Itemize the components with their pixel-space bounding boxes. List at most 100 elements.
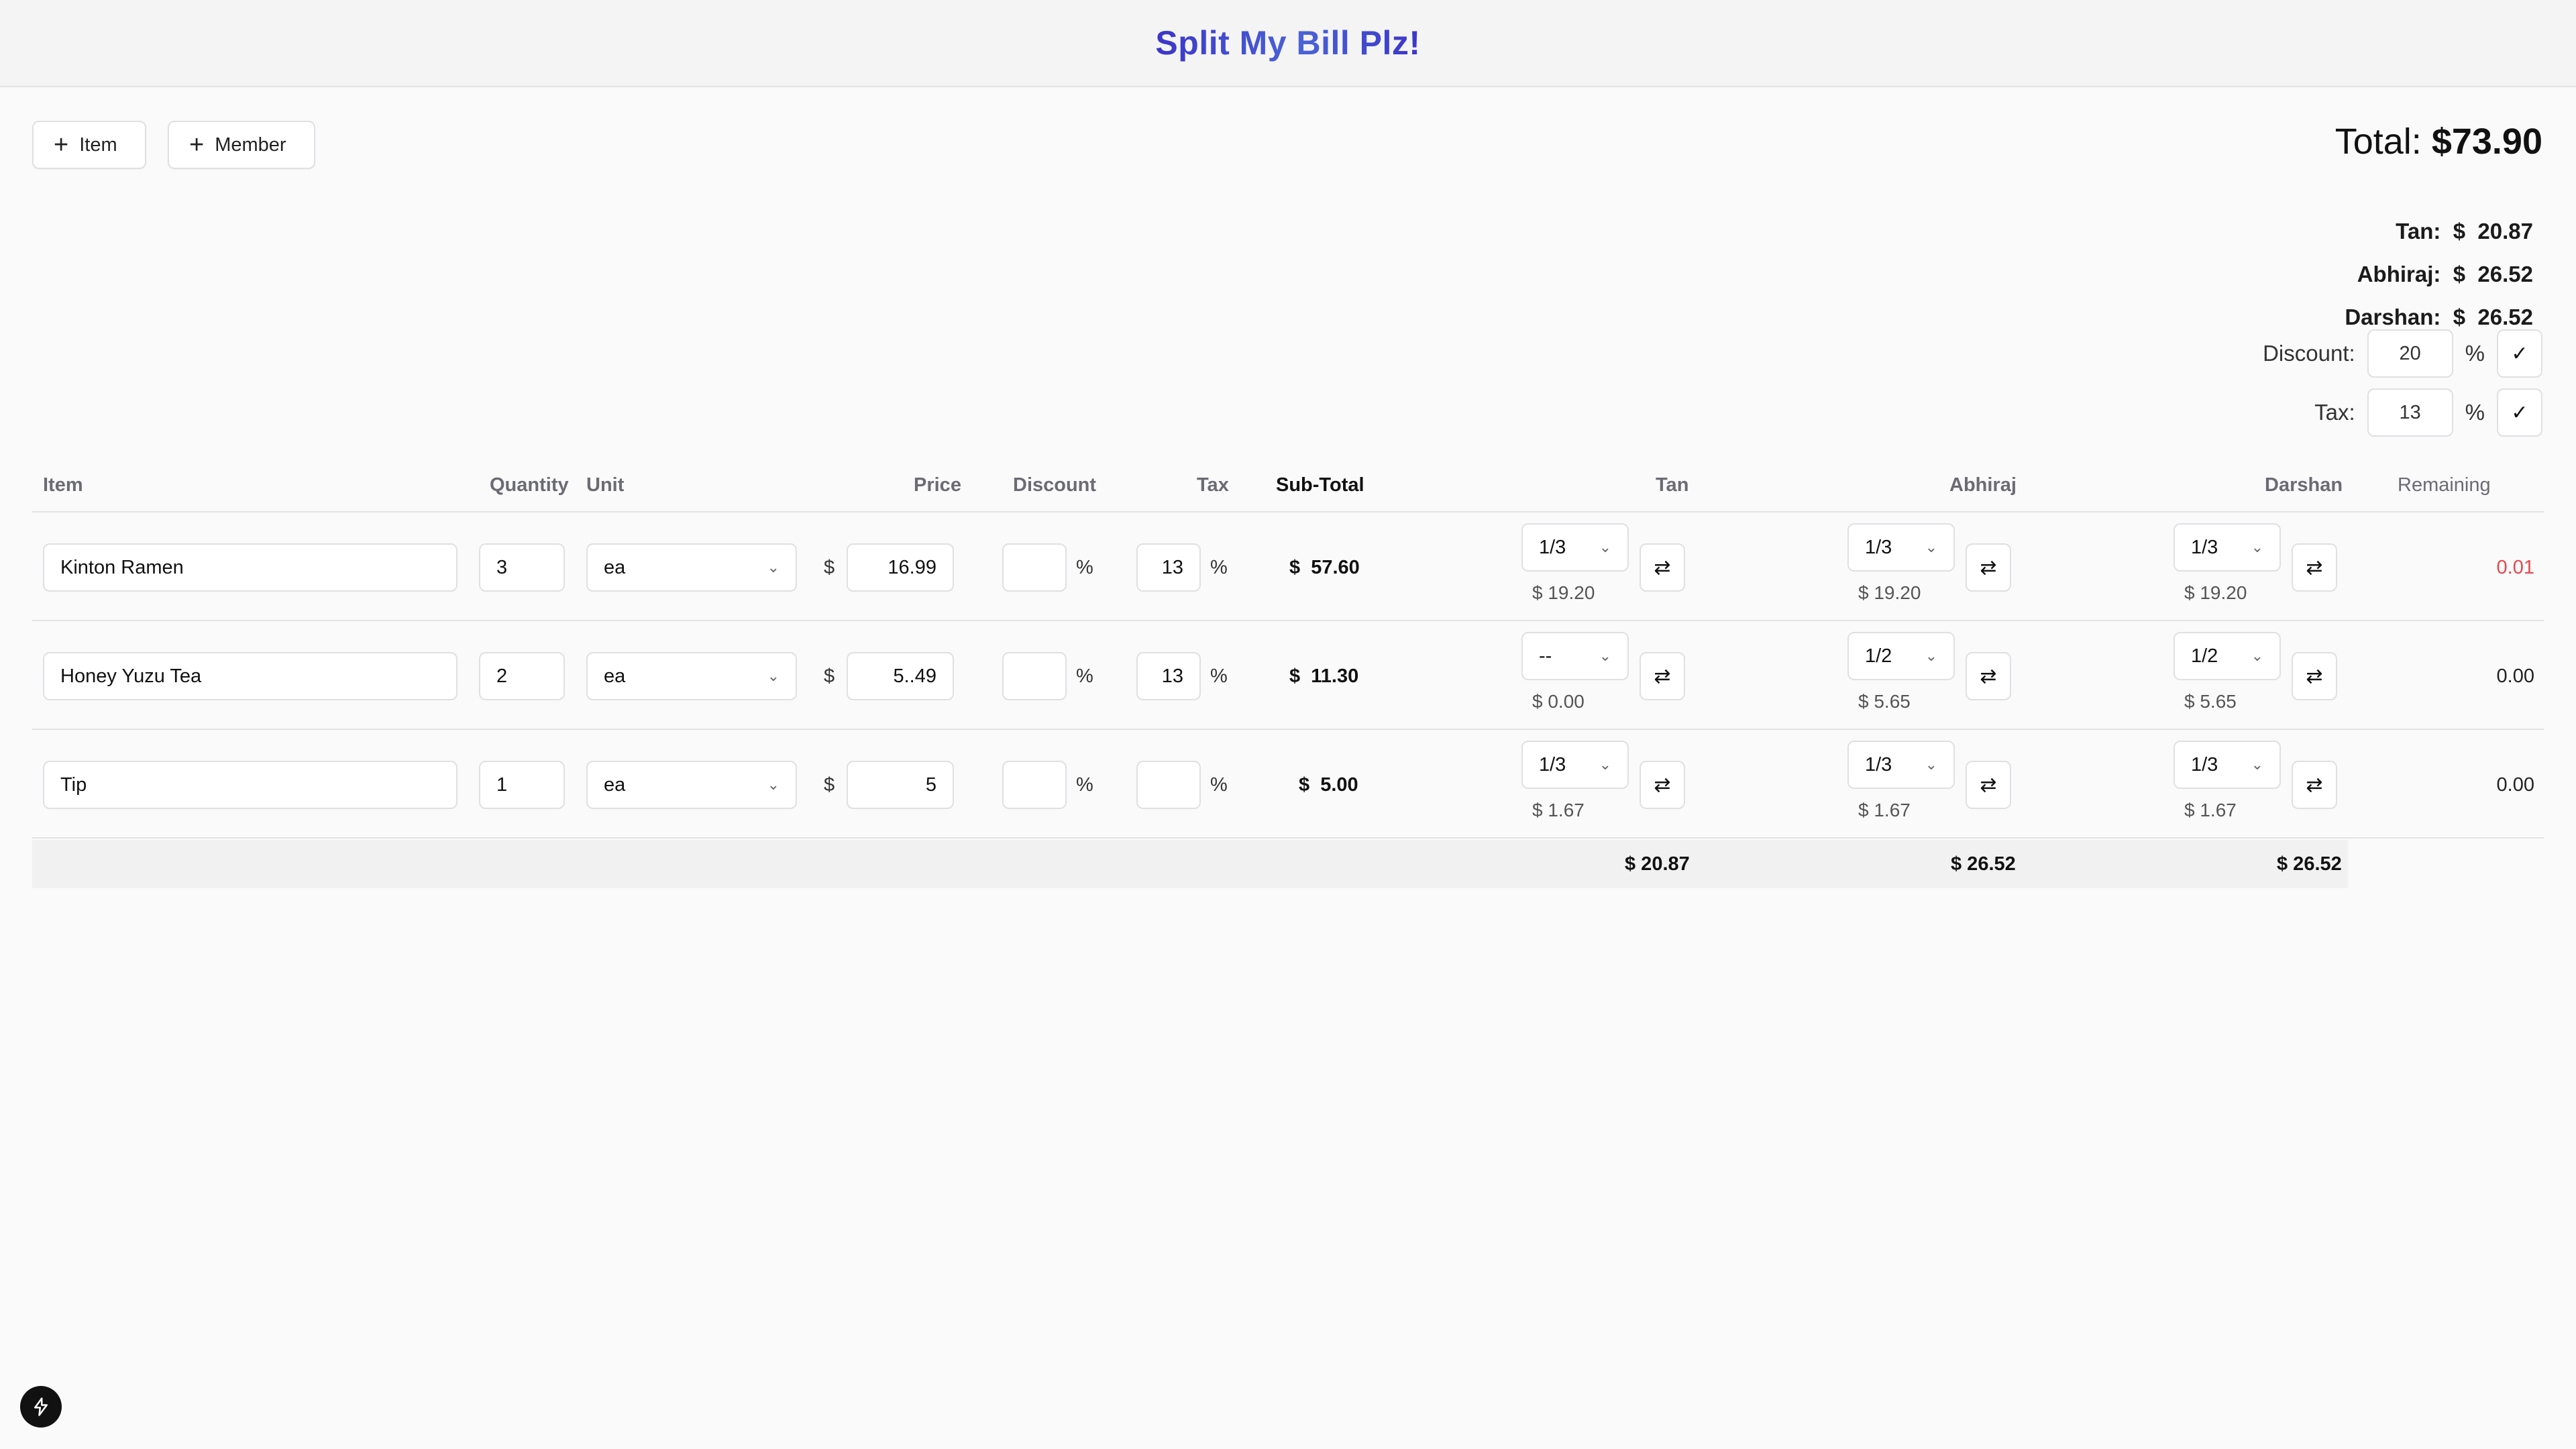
col-price: Price <box>914 474 961 496</box>
table-header: Item Quantity Unit Price Discount Tax Su… <box>32 470 2544 513</box>
price-input[interactable]: 5..49 <box>847 652 954 700</box>
share-amount-darshan: $ 5.65 <box>2184 691 2237 712</box>
discount-input[interactable] <box>1002 543 1067 592</box>
col-member-abhiraj: Abhiraj <box>1949 474 2017 496</box>
unit-select[interactable]: ea ⌄ <box>586 761 797 809</box>
item-name-input[interactable]: Honey Yuzu Tea <box>43 652 458 700</box>
total-value: $73.90 <box>2431 121 2542 162</box>
chevron-down-icon: ⌄ <box>1599 539 1611 555</box>
percent-sign: % <box>1210 557 1228 578</box>
swap-button-tan[interactable]: ⇄ <box>1640 761 1685 809</box>
remaining-value: 0.00 <box>2496 774 2534 796</box>
share-amount-abhiraj: $ 1.67 <box>1858 800 1911 820</box>
swap-button-abhiraj[interactable]: ⇄ <box>1966 543 2011 592</box>
chevron-down-icon: ⌄ <box>2251 756 2263 773</box>
swap-arrows-icon: ⇄ <box>1980 773 1997 796</box>
table-row: Tip 1 ea ⌄ $ 5 % % $ 5.00 1/3 ⌄ $ 1.67 ⇄… <box>32 730 2544 839</box>
share-select-darshan[interactable]: 1/2 ⌄ <box>2174 632 2281 680</box>
footer-total-darshan: $ 26.52 <box>2277 853 2342 875</box>
percent-sign: % <box>1076 557 1093 578</box>
unit-select[interactable]: ea ⌄ <box>586 652 797 700</box>
footer-total-abhiraj: $ 26.52 <box>1951 853 2016 875</box>
remaining-value: 0.01 <box>2496 557 2534 578</box>
table-footer-totals: $ 20.87 $ 26.52 $ 26.52 <box>32 840 2348 888</box>
item-name-input[interactable]: Tip <box>43 761 458 809</box>
price-input[interactable]: 5 <box>847 761 954 809</box>
apply-discount-button[interactable]: ✓ <box>2497 329 2542 378</box>
share-select-abhiraj[interactable]: 1/3 ⌄ <box>1847 523 1955 572</box>
share-amount-tan: $ 1.67 <box>1532 800 1585 820</box>
share-select-darshan[interactable]: 1/3 ⌄ <box>2174 741 2281 789</box>
price-input[interactable]: 16.99 <box>847 543 954 592</box>
plus-icon: + <box>189 131 205 159</box>
discount-percent-sign: % <box>2465 341 2485 366</box>
share-amount-abhiraj: $ 19.20 <box>1858 582 1921 603</box>
swap-button-abhiraj[interactable]: ⇄ <box>1966 761 2011 809</box>
dev-tools-button[interactable] <box>20 1386 62 1428</box>
discount-label: Discount: <box>2263 341 2355 366</box>
swap-button-darshan[interactable]: ⇄ <box>2292 652 2337 700</box>
swap-arrows-icon: ⇄ <box>2306 556 2323 579</box>
discount-input[interactable] <box>1002 761 1067 809</box>
add-member-button[interactable]: + Member <box>168 121 315 169</box>
discount-input[interactable] <box>1002 652 1067 700</box>
tax-input[interactable]: 13 <box>1136 652 1201 700</box>
share-select-tan[interactable]: 1/3 ⌄ <box>1521 741 1629 789</box>
swap-button-darshan[interactable]: ⇄ <box>2292 543 2337 592</box>
member-total-darshan: Darshan: $ 26.52 <box>2345 305 2533 329</box>
share-select-tan[interactable]: 1/3 ⌄ <box>1521 523 1629 572</box>
col-member-tan: Tan <box>1656 474 1689 496</box>
apply-tax-button[interactable]: ✓ <box>2497 388 2542 437</box>
currency-symbol: $ <box>824 774 835 796</box>
add-member-label: Member <box>215 133 286 156</box>
total-label: Total: <box>2334 121 2422 162</box>
unit-select[interactable]: ea ⌄ <box>586 543 797 592</box>
col-unit: Unit <box>586 474 625 496</box>
swap-arrows-icon: ⇄ <box>1980 665 1997 688</box>
percent-sign: % <box>1076 665 1093 687</box>
quantity-input[interactable]: 3 <box>479 543 565 592</box>
col-quantity: Quantity <box>490 474 569 496</box>
col-discount: Discount <box>1013 474 1097 496</box>
chevron-down-icon: ⌄ <box>767 776 780 793</box>
remaining-value: 0.00 <box>2496 665 2534 687</box>
swap-button-tan[interactable]: ⇄ <box>1640 652 1685 700</box>
swap-arrows-icon: ⇄ <box>1654 665 1671 688</box>
chevron-down-icon: ⌄ <box>767 559 780 576</box>
swap-button-abhiraj[interactable]: ⇄ <box>1966 652 2011 700</box>
row-subtotal: $ 57.60 <box>1289 557 1360 578</box>
tax-input[interactable] <box>1136 761 1201 809</box>
swap-arrows-icon: ⇄ <box>1980 556 1997 579</box>
share-select-darshan[interactable]: 1/3 ⌄ <box>2174 523 2281 572</box>
percent-sign: % <box>1210 774 1228 796</box>
footer-total-tan: $ 20.87 <box>1625 853 1690 875</box>
tax-input[interactable]: 13 <box>1136 543 1201 592</box>
percent-sign: % <box>1210 665 1228 687</box>
global-tax-input[interactable]: 13 <box>2367 388 2453 437</box>
app-title: Split My Bill Plz! <box>1155 24 1421 62</box>
add-item-button[interactable]: + Item <box>32 121 146 169</box>
app-header: Split My Bill Plz! <box>0 0 2576 87</box>
chevron-down-icon: ⌄ <box>2251 647 2263 664</box>
chevron-down-icon: ⌄ <box>767 667 780 684</box>
swap-arrows-icon: ⇄ <box>1654 556 1671 579</box>
swap-arrows-icon: ⇄ <box>2306 773 2323 796</box>
global-discount-input[interactable]: 20 <box>2367 329 2453 378</box>
share-select-abhiraj[interactable]: 1/2 ⌄ <box>1847 632 1955 680</box>
share-amount-darshan: $ 1.67 <box>2184 800 2237 820</box>
swap-button-darshan[interactable]: ⇄ <box>2292 761 2337 809</box>
quantity-input[interactable]: 2 <box>479 652 565 700</box>
item-name-input[interactable]: Kinton Ramen <box>43 543 458 592</box>
swap-arrows-icon: ⇄ <box>2306 665 2323 688</box>
swap-button-tan[interactable]: ⇄ <box>1640 543 1685 592</box>
share-select-abhiraj[interactable]: 1/3 ⌄ <box>1847 741 1955 789</box>
share-amount-darshan: $ 19.20 <box>2184 582 2247 603</box>
col-subtotal: Sub-Total <box>1276 474 1364 496</box>
share-amount-abhiraj: $ 5.65 <box>1858 691 1911 712</box>
share-select-tan[interactable]: -- ⌄ <box>1521 632 1629 680</box>
row-subtotal: $ 5.00 <box>1299 774 1358 796</box>
chevron-down-icon: ⌄ <box>1599 647 1611 664</box>
check-icon: ✓ <box>2511 401 2528 424</box>
quantity-input[interactable]: 1 <box>479 761 565 809</box>
discount-row: Discount: 20 % ✓ <box>2263 329 2542 378</box>
